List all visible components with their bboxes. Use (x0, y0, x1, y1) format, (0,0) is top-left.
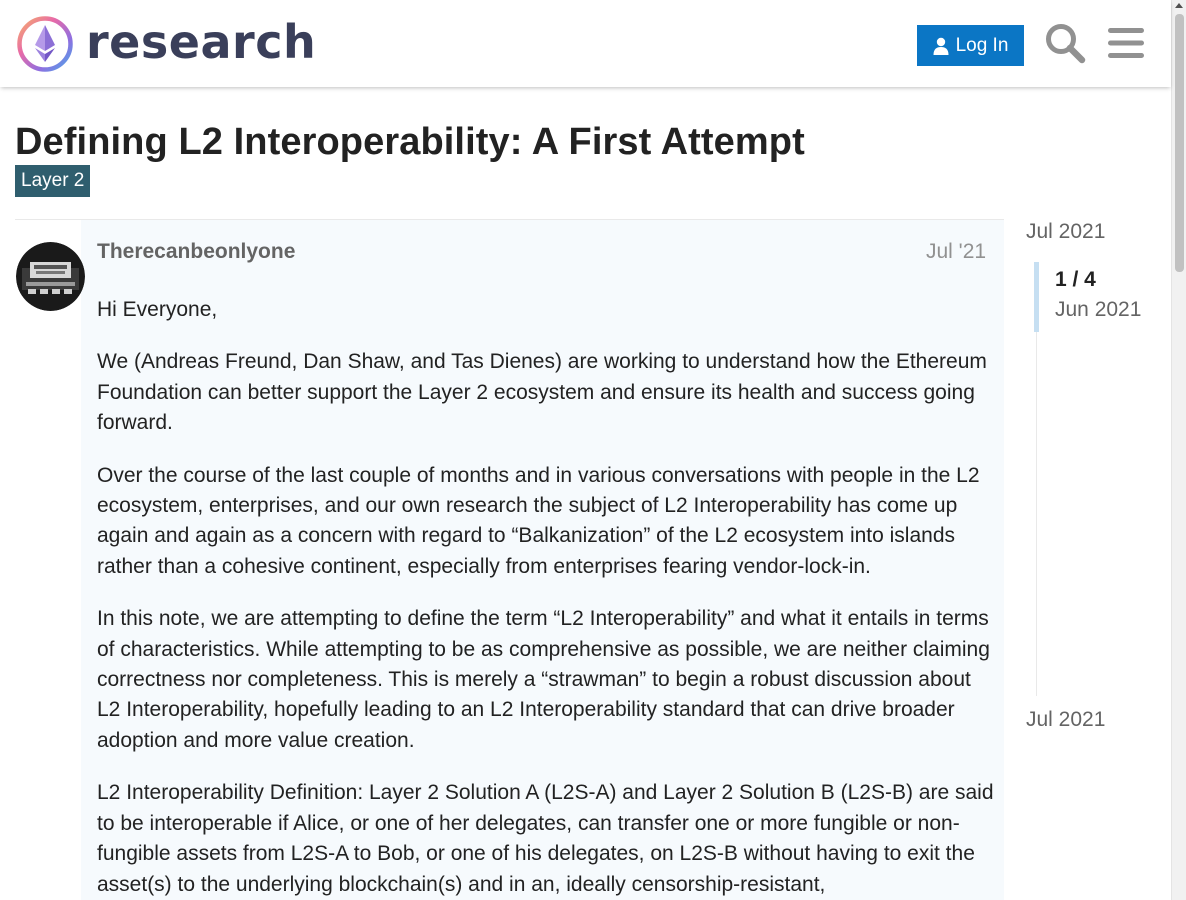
logo-text: research (86, 15, 317, 69)
timeline-post-count: 1 / 4 (1055, 268, 1096, 291)
post-paragraph: Hi Everyone, (97, 298, 218, 321)
login-button[interactable]: Log In (917, 25, 1024, 66)
timeline-end-date[interactable]: Jul 2021 (1026, 708, 1105, 732)
hamburger-menu-icon (1106, 28, 1146, 64)
post-username[interactable]: Therecanbeonlyone (97, 240, 295, 264)
post-paragraph: We (Andreas Freund, Dan Shaw, and Tas Di… (97, 350, 987, 435)
post-paragraph: In this note, we are attempting to defin… (97, 607, 990, 752)
timeline-scroller-handle[interactable] (1034, 262, 1039, 332)
hamburger-menu-button[interactable] (1106, 26, 1146, 60)
user-avatar[interactable] (16, 242, 85, 311)
site-header: research Log In (0, 0, 1171, 87)
post-paragraph: L2 Interoperability Definition: Layer 2 … (97, 781, 994, 896)
user-icon (933, 37, 949, 55)
post-date[interactable]: Jul '21 (926, 240, 986, 264)
ethereum-research-logo-icon (16, 15, 74, 73)
site-logo-link[interactable]: research (16, 14, 316, 74)
search-icon (1044, 24, 1086, 68)
post-paragraph: Over the course of the last couple of mo… (97, 463, 980, 578)
topic-title[interactable]: Defining L2 Interoperability: A First At… (15, 119, 805, 165)
post-content: Hi Everyone, We (Andreas Freund, Dan Sha… (97, 295, 997, 900)
category-badge[interactable]: Layer 2 (15, 165, 91, 197)
search-button[interactable] (1044, 22, 1086, 64)
page-scrollbar[interactable] (1171, 0, 1186, 900)
timeline-current-date: Jun 2021 (1055, 298, 1142, 321)
scroll-up-arrow-icon[interactable] (1175, 3, 1183, 8)
timeline-start-date[interactable]: Jul 2021 (1026, 220, 1105, 244)
scrollbar-thumb[interactable] (1175, 14, 1184, 272)
login-button-label: Log In (955, 34, 1009, 56)
